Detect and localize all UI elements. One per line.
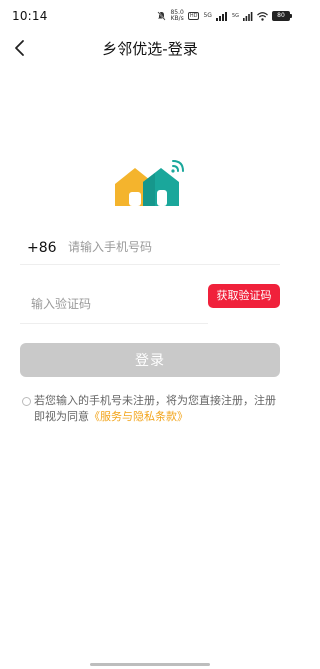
login-button[interactable]: 登录 bbox=[20, 343, 280, 377]
battery-icon: 80 bbox=[272, 11, 292, 21]
signal-icon bbox=[215, 11, 227, 21]
signal-icon-2 bbox=[243, 11, 253, 21]
header: 乡邻优选-登录 bbox=[0, 34, 300, 64]
agree-radio[interactable] bbox=[22, 397, 31, 406]
network-speed: 85.0 KB/s bbox=[170, 10, 183, 22]
privacy-terms-link[interactable]: 《服务与隐私条款》 bbox=[89, 410, 188, 423]
hd-icon: HD bbox=[187, 12, 200, 20]
house-wifi-logo bbox=[115, 160, 184, 206]
mute-icon bbox=[157, 11, 167, 21]
home-indicator bbox=[90, 663, 210, 666]
status-time: 10:14 bbox=[12, 9, 48, 23]
code-row bbox=[20, 285, 208, 324]
status-bar: 10:14 85.0 KB/s HD 5G 5G 80 bbox=[0, 0, 300, 34]
verification-code-input[interactable] bbox=[31, 291, 201, 317]
network-type-b: 5G bbox=[231, 13, 239, 19]
network-type-a: 5G bbox=[203, 12, 212, 19]
status-icons: 85.0 KB/s HD 5G 5G 80 bbox=[157, 9, 292, 23]
agreement: 若您输入的手机号未注册，将为您直接注册，注册即视为同意《服务与隐私条款》 bbox=[22, 393, 282, 425]
phone-input[interactable] bbox=[68, 234, 268, 260]
phone-row: +86 bbox=[20, 230, 280, 265]
country-code[interactable]: +86 bbox=[27, 240, 57, 256]
wifi-icon bbox=[257, 11, 268, 21]
network-speed-unit: KB/s bbox=[170, 15, 184, 22]
get-code-button[interactable]: 获取验证码 bbox=[208, 284, 280, 308]
agreement-text: 若您输入的手机号未注册，将为您直接注册，注册即视为同意《服务与隐私条款》 bbox=[22, 393, 282, 425]
page-title: 乡邻优选-登录 bbox=[102, 40, 198, 58]
